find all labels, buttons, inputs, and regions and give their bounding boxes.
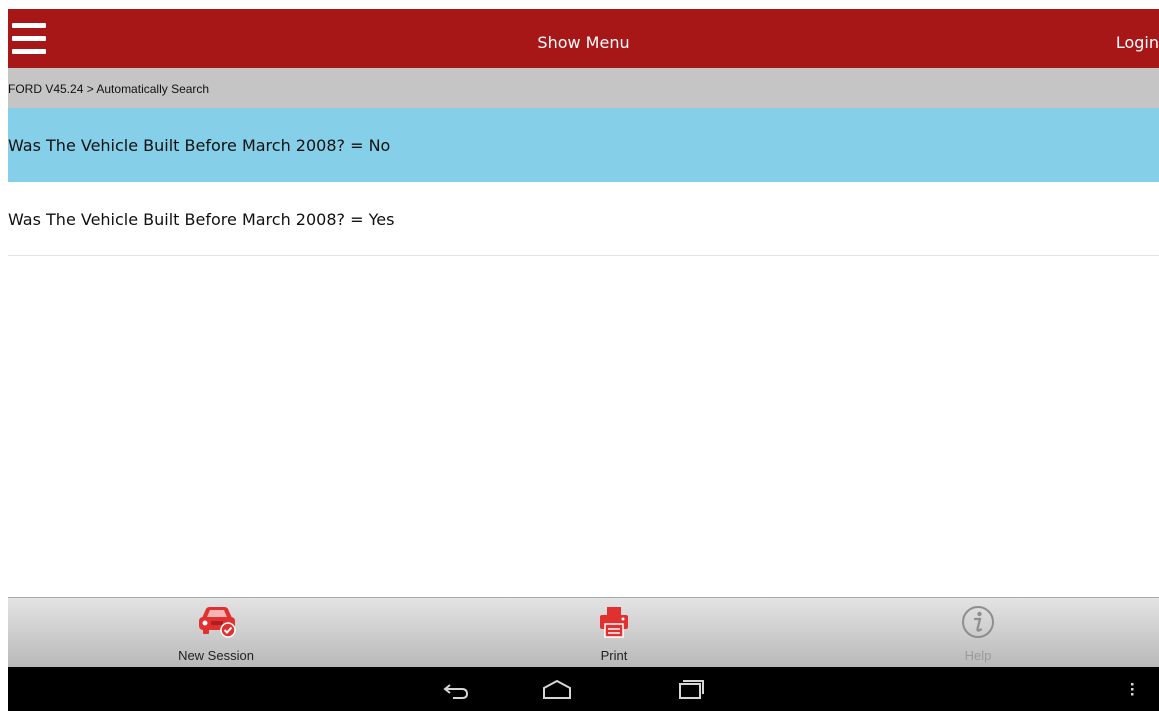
printer-icon	[596, 604, 632, 644]
list-item-no[interactable]: Was The Vehicle Built Before March 2008?…	[8, 108, 1159, 182]
app-window: Show Menu Login FORD V45.24 > Automatica…	[0, 0, 1159, 711]
help-button[interactable]: Help	[888, 598, 1068, 668]
login-button[interactable]: Login	[1116, 9, 1159, 68]
recents-icon[interactable]	[674, 667, 706, 711]
option-list: Was The Vehicle Built Before March 2008?…	[8, 108, 1159, 256]
new-session-button[interactable]: New Session	[126, 598, 306, 668]
header-title-wrap: Show Menu	[8, 9, 1159, 68]
header-bar: Show Menu Login	[8, 9, 1159, 68]
new-session-label: New Session	[178, 648, 254, 663]
home-icon[interactable]	[540, 667, 574, 711]
system-nav-bar	[8, 667, 1159, 711]
hamburger-menu-icon[interactable]	[12, 23, 46, 55]
show-menu-title[interactable]: Show Menu	[537, 33, 629, 52]
bottom-toolbar: New Session Print Help	[8, 597, 1159, 667]
print-button[interactable]: Print	[524, 598, 704, 668]
print-label: Print	[600, 648, 628, 663]
list-item-yes[interactable]: Was The Vehicle Built Before March 2008?…	[8, 182, 1159, 256]
info-icon	[960, 604, 996, 644]
overflow-menu-icon[interactable]	[1126, 667, 1138, 711]
status-strip	[0, 0, 1159, 9]
help-label: Help	[964, 648, 992, 663]
back-icon[interactable]	[440, 667, 472, 711]
car-check-icon	[194, 604, 238, 644]
breadcrumb: FORD V45.24 > Automatically Search	[8, 68, 1159, 108]
